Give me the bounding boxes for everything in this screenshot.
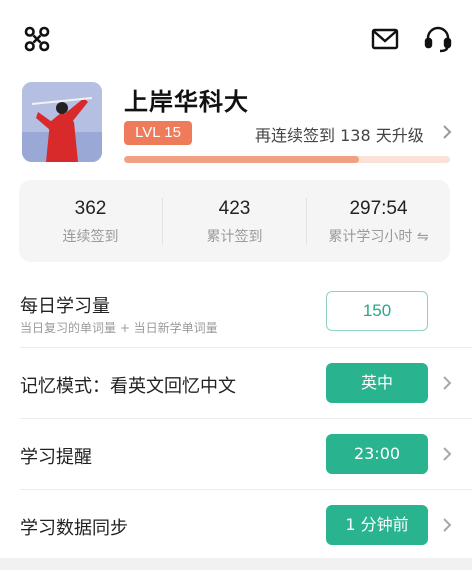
stat-label: 累计学习小时 ⇋ [328, 229, 429, 245]
stat-study-hours[interactable]: 297:54 累计学习小时 ⇋ [307, 180, 450, 262]
stats-card: 362 连续签到 423 累计签到 297:54 累计学习小时 ⇋ [19, 180, 450, 262]
row-title: 学习提醒 [20, 447, 92, 468]
setting-row-sync[interactable]: 学习数据同步 1 分钟前 [0, 490, 472, 558]
bottom-strip [0, 558, 472, 570]
sync-button[interactable]: 1 分钟前 [326, 505, 428, 545]
memory-mode-button[interactable]: 英中 [326, 363, 428, 403]
setting-row-memory-mode[interactable]: 记忆模式：看英文回忆中文 英中 [0, 348, 472, 418]
mail-icon[interactable] [370, 24, 400, 54]
top-bar [0, 0, 472, 74]
chevron-right-icon[interactable] [441, 445, 453, 463]
stat-value: 297:54 [349, 198, 408, 219]
level-badge: LVL 15 [124, 121, 192, 145]
avatar[interactable] [22, 82, 102, 162]
chevron-right-icon[interactable] [440, 122, 454, 142]
chevron-right-icon[interactable] [441, 374, 453, 392]
grid-menu-icon[interactable] [22, 24, 52, 54]
setting-row-reminder[interactable]: 学习提醒 23:00 [0, 419, 472, 489]
stat-streak[interactable]: 362 连续签到 [19, 180, 162, 262]
row-title: 每日学习量 [20, 296, 110, 317]
row-title: 记忆模式：看英文回忆中文 [20, 376, 236, 397]
username: 上岸华科大 [124, 88, 249, 116]
level-progress-fill [124, 156, 359, 163]
stat-value: 362 [74, 198, 107, 219]
chevron-right-icon[interactable] [441, 516, 453, 534]
row-subtitle: 当日复习的单词量 + 当日新学单词量 [20, 321, 218, 335]
stat-label: 累计签到 [206, 229, 263, 245]
headset-icon[interactable] [423, 24, 453, 54]
profile-page: 上岸华科大 LVL 15 再连续签到 138 天升级 362 连续签到 423 … [0, 0, 472, 570]
upgrade-text[interactable]: 再连续签到 138 天升级 [255, 122, 424, 146]
reminder-time-button[interactable]: 23:00 [326, 434, 428, 474]
level-progress-bar [124, 156, 450, 163]
daily-amount-input[interactable]: 150 [326, 291, 428, 331]
stat-value: 423 [218, 198, 251, 219]
stat-total-checkin[interactable]: 423 累计签到 [163, 180, 306, 262]
row-title: 学习数据同步 [20, 518, 128, 539]
stat-label: 连续签到 [62, 229, 119, 245]
setting-row-daily-amount[interactable]: 每日学习量 当日复习的单词量 + 当日新学单词量 150 [0, 276, 472, 346]
